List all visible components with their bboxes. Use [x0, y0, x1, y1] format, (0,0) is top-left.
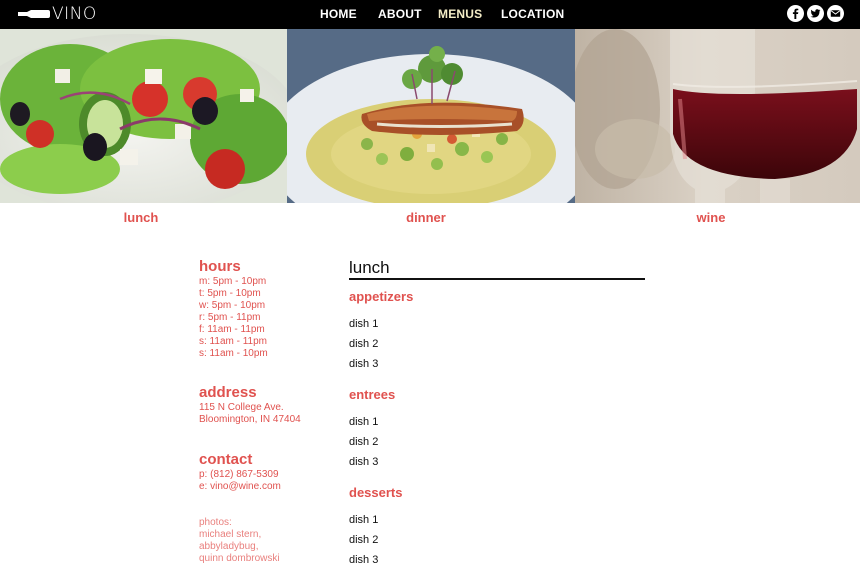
nav-about[interactable]: ABOUT [378, 7, 422, 21]
dish-item: dish 2 [349, 436, 379, 448]
section-title-appetizers: appetizers [349, 289, 414, 304]
menu-panel: lunch appetizers dish 1 dish 2 dish 3 en… [349, 258, 645, 585]
contact-heading: contact [199, 451, 253, 468]
hours-line: t: 5pm - 10pm [199, 288, 261, 299]
phone-line: p: (812) 867-5309 [199, 469, 279, 480]
dish-item: dish 2 [349, 338, 379, 350]
hours-line: s: 11am - 11pm [199, 336, 267, 347]
category-wine[interactable]: wine [651, 210, 771, 225]
dish-item: dish 3 [349, 456, 379, 468]
top-nav-bar: VINO HOME ABOUT MENUS LOCATION [0, 0, 860, 29]
hours-heading: hours [199, 258, 241, 275]
dish-item: dish 1 [349, 318, 379, 330]
email-link[interactable]: e: vino@wine.com [199, 481, 281, 493]
credits-line: abbyladybug, [199, 541, 259, 552]
menu-title: lunch [349, 258, 645, 280]
fish-photo [287, 29, 575, 203]
wine-photo [575, 29, 860, 203]
nav-location[interactable]: LOCATION [501, 7, 564, 21]
hours-line: f: 11am - 11pm [199, 324, 265, 335]
dish-item: dish 1 [349, 416, 379, 428]
hours-line: s: 11am - 10pm [199, 348, 268, 359]
hours-section: hours m: 5pm - 10pm t: 5pm - 10pm w: 5pm… [199, 258, 268, 360]
address-line: Bloomington, IN 47404 [199, 414, 301, 425]
main-nav: HOME ABOUT MENUS LOCATION [0, 0, 860, 29]
social-links [787, 5, 844, 22]
salad-photo [0, 29, 287, 203]
dish-item: dish 1 [349, 514, 379, 526]
mail-icon[interactable] [827, 5, 844, 22]
photo-credits: photos: michael stern, abbyladybug, quin… [199, 517, 280, 565]
nav-menus[interactable]: MENUS [438, 7, 482, 21]
facebook-icon[interactable] [787, 5, 804, 22]
category-dinner[interactable]: dinner [366, 210, 486, 225]
address-section: address 115 N College Ave. Bloomington, … [199, 384, 301, 426]
contact-section: contact p: (812) 867-5309 e: vino@wine.c… [199, 451, 281, 493]
credits-line: quinn dombrowski [199, 553, 280, 564]
category-lunch[interactable]: lunch [81, 210, 201, 225]
nav-home[interactable]: HOME [320, 7, 357, 21]
hours-line: m: 5pm - 10pm [199, 276, 267, 287]
address-heading: address [199, 384, 257, 401]
hours-line: w: 5pm - 10pm [199, 300, 266, 311]
credits-line: photos: [199, 517, 232, 528]
hero-photos [0, 29, 860, 203]
credits-line: michael stern, [199, 529, 262, 540]
section-title-desserts: desserts [349, 485, 403, 500]
hours-line: r: 5pm - 11pm [199, 312, 261, 323]
dish-item: dish 3 [349, 358, 379, 370]
dish-item: dish 3 [349, 554, 379, 566]
dish-item: dish 2 [349, 534, 379, 546]
twitter-icon[interactable] [807, 5, 824, 22]
address-line: 115 N College Ave. [199, 402, 284, 413]
section-title-entrees: entrees [349, 387, 396, 402]
